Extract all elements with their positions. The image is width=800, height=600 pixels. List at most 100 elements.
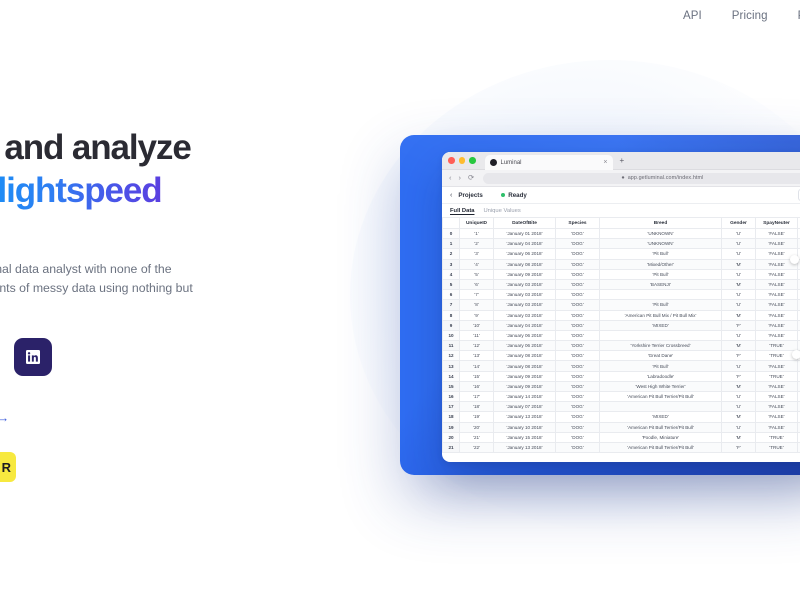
reload-icon[interactable]: ⟳ — [468, 174, 474, 182]
table-cell[interactable]: 'January 03 2018' — [493, 309, 556, 321]
table-cell[interactable]: '2' — [459, 238, 494, 250]
table-cell[interactable]: 'FALSE' — [755, 299, 798, 311]
table-row-index[interactable]: 19 — [442, 421, 460, 433]
table-col-header[interactable]: UniqueID — [459, 217, 494, 229]
close-tab-icon[interactable]: × — [603, 159, 607, 166]
table-cell[interactable]: '12' — [459, 340, 494, 352]
table-row[interactable]: 4'5' 'January 09 2018' 'DOG' 'Pit Bull' 'U' '… — [442, 268, 800, 280]
table-cell[interactable]: 'U' — [721, 360, 756, 372]
table-cell[interactable]: 'DOG' — [555, 227, 600, 240]
table-cell[interactable] — [599, 401, 722, 413]
table-row[interactable]: 9'10' 'January 04 2018' 'DOG' 'MIXED' 'F' 'FA… — [442, 319, 800, 331]
table-cell[interactable]: 'FALSE' — [755, 227, 798, 240]
table-cell[interactable]: '19' — [459, 411, 494, 423]
table-cell[interactable]: 'F' — [721, 441, 756, 454]
table-col-header[interactable]: DateOfBite — [493, 217, 556, 229]
table-cell[interactable]: '18' — [459, 401, 494, 413]
table-cell[interactable]: 'January 15 2018' — [493, 431, 556, 443]
table-cell[interactable]: 'Great Dane' — [599, 350, 722, 362]
browser-tab[interactable]: Luminal × — [484, 155, 613, 170]
table-cell[interactable]: 'Pit Bull' — [599, 268, 722, 280]
table-cell[interactable]: 'DOG' — [555, 431, 600, 443]
table-row-index[interactable]: 12 — [442, 350, 460, 362]
table-cell[interactable]: 'DOG' — [555, 248, 600, 260]
table-cell[interactable]: 'American Pit Bull Terrier/Pit Bull' — [599, 441, 722, 454]
table-row[interactable]: 21'22' 'January 13 2018' 'DOG' 'American Pi… — [442, 441, 800, 454]
table-cell[interactable]: 'January 06 2018' — [493, 329, 556, 342]
table-cell[interactable]: '17' — [459, 390, 494, 403]
table-cell[interactable]: 'U' — [721, 421, 756, 433]
table-cell[interactable]: 'TRUE' — [755, 340, 798, 352]
nav-item-api[interactable]: API — [683, 10, 702, 22]
table-cell[interactable]: 'January 06 2018' — [493, 340, 556, 352]
table-row-index[interactable]: 20 — [442, 431, 460, 443]
table-row[interactable]: 6'7''January 03 2018''DOG''U''FALSE''Bro… — [442, 289, 800, 301]
url-input[interactable]: ● app.getluminal.com/index.html — [483, 172, 800, 184]
table-cell[interactable]: 'DOG' — [555, 268, 600, 280]
table-cell[interactable]: 'TRUE' — [755, 370, 798, 382]
table-cell[interactable]: 'U' — [721, 329, 756, 342]
table-row[interactable]: 14'15' 'January 09 2018' 'DOG' 'Labradoodle… — [442, 370, 800, 382]
table-cell[interactable]: 'DOG' — [555, 380, 600, 393]
table-cell[interactable]: 'DOG' — [555, 278, 600, 291]
table-cell[interactable]: 'Pit Bull' — [599, 360, 722, 372]
table-cell[interactable]: 'January 09 2018' — [493, 268, 556, 280]
table-cell[interactable]: 'Pit Bull' — [599, 299, 722, 311]
table-cell[interactable]: 'DOG' — [555, 390, 600, 403]
table-cell[interactable]: 'January 08 2018' — [493, 258, 556, 270]
table-cell[interactable]: 'M' — [721, 411, 756, 423]
table-cell[interactable]: 'DOG' — [555, 309, 600, 321]
table-cell[interactable]: 'DOG' — [555, 401, 600, 413]
table-cell[interactable]: 'TRUE' — [755, 431, 798, 443]
table-cell[interactable]: 'TRUE' — [755, 441, 798, 454]
table-cell[interactable]: 'M' — [721, 258, 756, 270]
table-cell[interactable]: '21' — [459, 431, 494, 443]
table-cell[interactable]: '5' — [459, 268, 494, 280]
table-cell[interactable]: 'FALSE' — [755, 411, 798, 423]
table-cell[interactable]: 'DOG' — [555, 340, 600, 352]
table-row[interactable]: 3'4' 'January 08 2018' 'DOG' 'Mixed/Other' '… — [442, 258, 800, 270]
table-cell[interactable]: 'January 14 2018' — [493, 390, 556, 403]
table-cell[interactable]: '11' — [459, 329, 494, 342]
table-row-index[interactable]: 5 — [442, 278, 460, 291]
table-cell[interactable]: 'January 13 2018' — [493, 441, 556, 454]
table-cell[interactable]: 'January 09 2018' — [493, 370, 556, 382]
table-cell[interactable]: '10' — [459, 319, 494, 331]
table-cell[interactable]: 'M' — [721, 431, 756, 443]
table-cell[interactable]: 'U' — [721, 289, 756, 301]
table-row[interactable]: 16'17' 'January 14 2018' 'DOG' 'American Pi… — [442, 390, 800, 403]
table-cell[interactable]: '20' — [459, 421, 494, 433]
table-cell[interactable]: 'BASENJI' — [599, 278, 722, 291]
table-row[interactable]: 8'9' 'January 03 2018' 'DOG' 'American Pit … — [442, 309, 800, 321]
table-cell[interactable]: 'Labradoodle' — [599, 370, 722, 382]
table-col-header[interactable]: Gender — [721, 217, 756, 229]
maximize-window-icon[interactable] — [469, 157, 476, 164]
table-cell[interactable]: 'FALSE' — [755, 268, 798, 280]
table-row[interactable]: 11'12' 'January 06 2018' 'DOG' 'Yorkshire T… — [442, 340, 800, 352]
table-cell[interactable]: 'M' — [721, 380, 756, 393]
table-cell[interactable]: 'January 06 2018' — [493, 248, 556, 260]
table-row[interactable]: 5'6' 'January 03 2018' 'DOG' 'BASENJI' 'M' 'F… — [442, 278, 800, 291]
table-cell[interactable]: 'January 04 2018' — [493, 319, 556, 331]
table-row-index[interactable]: 1 — [442, 238, 460, 250]
table-cell[interactable]: 'January 03 2018' — [493, 299, 556, 311]
table-cell[interactable]: 'M' — [721, 309, 756, 321]
table-cell[interactable]: 'FALSE' — [755, 360, 798, 372]
linkedin-button[interactable] — [14, 338, 52, 376]
table-row[interactable]: 10'11''January 06 2018''DOG''U''FALSE''B… — [442, 329, 800, 342]
table-row-index[interactable]: 10 — [442, 329, 460, 342]
table-cell[interactable]: 'January 04 2018' — [493, 238, 556, 250]
table-cell[interactable]: 'F' — [721, 370, 756, 382]
table-cell[interactable] — [599, 329, 722, 342]
table-row-index[interactable]: 17 — [442, 401, 460, 413]
projects-back-icon[interactable]: ‹ — [450, 192, 452, 199]
table-cell[interactable]: 'DOG' — [555, 411, 600, 423]
table-cell[interactable]: 'U' — [721, 401, 756, 413]
table-row-index[interactable]: 13 — [442, 360, 460, 372]
table-col-header[interactable] — [442, 217, 460, 229]
table-cell[interactable]: 'DOG' — [555, 238, 600, 250]
table-row[interactable]: 2'3' 'January 06 2018' 'DOG' 'Pit Bull' 'U' '… — [442, 248, 800, 260]
table-cell[interactable]: 'DOG' — [555, 370, 600, 382]
product-link[interactable]: product→ — [0, 411, 9, 425]
table-row[interactable]: 15'16' 'January 09 2018' 'DOG' 'West High W… — [442, 380, 800, 393]
